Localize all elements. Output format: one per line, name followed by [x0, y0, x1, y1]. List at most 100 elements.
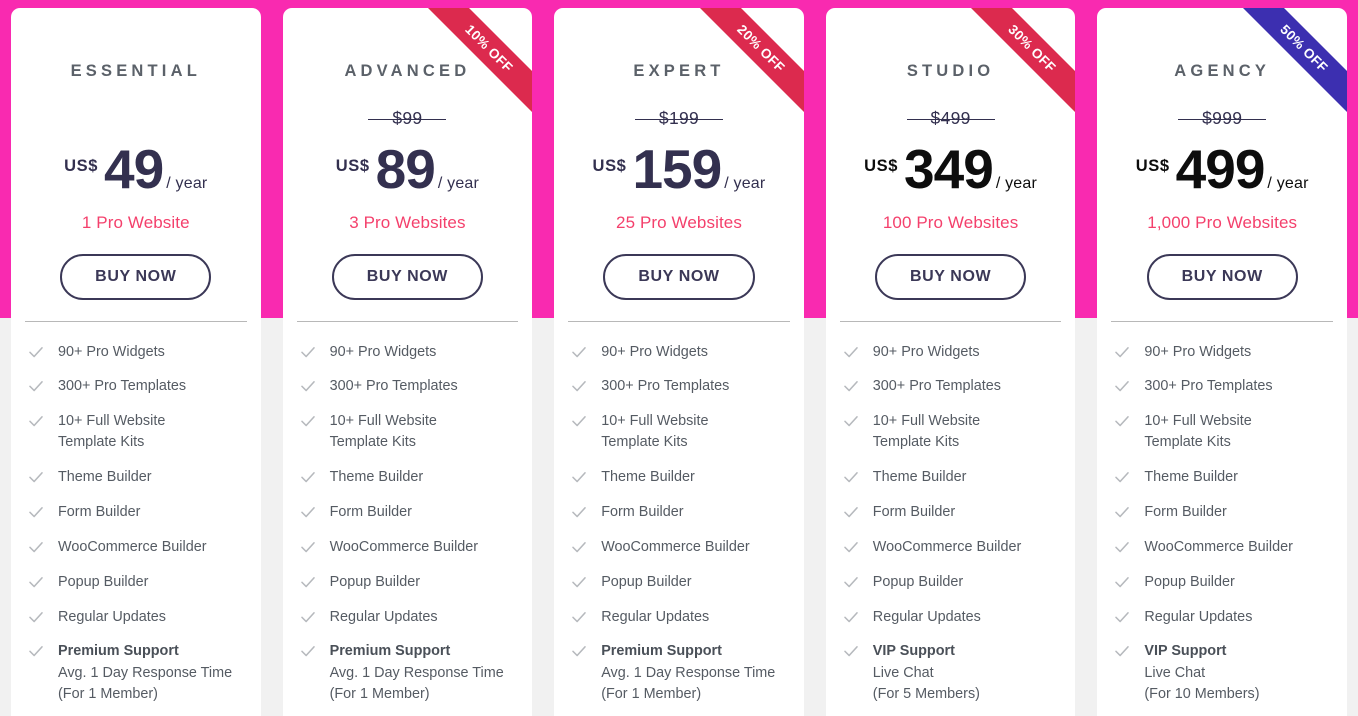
feature-text: 300+ Pro Templates	[873, 376, 1001, 397]
feature-title: VIP Support	[1144, 643, 1227, 660]
check-icon	[842, 343, 860, 361]
feature-item: 10+ Full Website Template Kits	[27, 411, 245, 454]
feature-text: Theme Builder	[330, 467, 424, 488]
feature-line: Template Kits	[58, 434, 145, 451]
feature-text: WooCommerce Builder	[873, 537, 1022, 558]
buy-now-button[interactable]: BUY NOW	[603, 253, 755, 300]
price-amount: 159	[632, 137, 722, 200]
feature-line: (For 10 Members)	[1144, 685, 1260, 702]
feature-text: Premium Support Avg. 1 Day Response Time (…	[58, 641, 232, 705]
feature-item: 90+ Pro Widgets	[1113, 342, 1331, 363]
feature-line: Popup Builder	[58, 573, 149, 590]
feature-title: Premium Support	[58, 643, 179, 660]
feature-item: 300+ Pro Templates	[570, 376, 788, 397]
card-header: AGENCY $999 US$ 499/ year 1,000 Pro Websites…	[1097, 63, 1347, 300]
check-icon	[299, 503, 317, 521]
feature-line: 10+ Full Website	[872, 413, 981, 430]
card-header: EXPERT $199 US$ 159/ year 25 Pro Websites BUY…	[554, 63, 804, 300]
check-icon	[27, 503, 45, 521]
feature-text: 90+ Pro Widgets	[873, 342, 980, 363]
feature-line: 90+ Pro Widgets	[58, 343, 165, 360]
feature-item: 10+ Full Website Template Kits	[299, 411, 517, 454]
feature-list: 90+ Pro Widgets 300+ Pro Templates 10+ Ful…	[826, 322, 1076, 706]
feature-item: WooCommerce Builder	[842, 537, 1060, 558]
original-price-value: $199	[634, 108, 724, 129]
feature-text: Regular Updates	[58, 607, 166, 628]
feature-text: 10+ Full Website Template Kits	[873, 411, 980, 454]
feature-text: Theme Builder	[1144, 467, 1238, 488]
site-allowance: 3 Pro Websites	[349, 212, 466, 232]
feature-item: Popup Builder	[1113, 572, 1331, 593]
check-icon	[299, 573, 317, 591]
feature-line: 300+ Pro Templates	[872, 378, 1001, 395]
pricing-card-advanced: 10% OFF ADVANCED $99 US$ 89/ year 3 Pro Websi…	[282, 8, 533, 716]
original-price: $99	[297, 102, 519, 136]
feature-text: 10+ Full Website Template Kits	[1144, 411, 1251, 454]
feature-line: 10+ Full Website	[1144, 413, 1252, 430]
feature-item: WooCommerce Builder	[299, 537, 517, 558]
feature-line: Form Builder	[58, 504, 141, 521]
buy-now-button[interactable]: BUY NOW	[1146, 253, 1298, 300]
feature-title: Premium Support	[601, 643, 722, 660]
price-row: US$ 499/ year	[1111, 141, 1333, 197]
feature-text: WooCommerce Builder	[601, 537, 750, 558]
check-icon	[842, 642, 860, 660]
feature-item: 10+ Full Website Template Kits	[570, 411, 788, 454]
check-icon	[299, 377, 317, 395]
feature-text: Popup Builder	[873, 572, 963, 593]
card-header: ESSENTIAL US$ 49/ year 1 Pro Website BUY NOW	[11, 63, 261, 300]
buy-now-button[interactable]: BUY NOW	[60, 253, 212, 300]
check-icon	[1113, 468, 1131, 486]
feature-line: Popup Builder	[1144, 573, 1235, 590]
feature-item: 90+ Pro Widgets	[842, 342, 1060, 363]
price-period: / year	[995, 174, 1038, 192]
site-allowance: 25 Pro Websites	[616, 212, 742, 232]
check-icon	[299, 608, 317, 626]
card-header: STUDIO $499 US$ 349/ year 100 Pro Websites BU…	[826, 63, 1076, 300]
feature-list: 90+ Pro Widgets 300+ Pro Templates 10+ Ful…	[1097, 322, 1347, 706]
feature-item: Theme Builder	[570, 467, 788, 488]
price-row: US$ 159/ year	[568, 137, 790, 200]
feature-text: 90+ Pro Widgets	[58, 342, 165, 363]
feature-text: Form Builder	[58, 502, 140, 523]
check-icon	[1113, 538, 1131, 556]
buy-now-button[interactable]: BUY NOW	[874, 253, 1027, 300]
feature-text: 300+ Pro Templates	[330, 376, 458, 397]
feature-title: VIP Support	[872, 643, 955, 660]
feature-item: 90+ Pro Widgets	[299, 342, 517, 363]
original-price: $499	[840, 102, 1062, 136]
feature-item: WooCommerce Builder	[570, 537, 788, 558]
check-icon	[570, 608, 588, 626]
feature-line: 300+ Pro Templates	[329, 378, 458, 395]
feature-item: Form Builder	[27, 502, 245, 523]
feature-list: 90+ Pro Widgets 300+ Pro Templates 10+ Ful…	[554, 322, 804, 706]
feature-item: Popup Builder	[842, 572, 1060, 593]
feature-line: Popup Builder	[872, 573, 964, 590]
buy-now-button[interactable]: BUY NOW	[331, 253, 484, 300]
check-icon	[299, 468, 317, 486]
feature-line: (For 1 Member)	[329, 685, 430, 702]
feature-line: Theme Builder	[601, 469, 695, 486]
feature-item: Regular Updates	[27, 607, 245, 628]
pricing-card-agency: 50% OFF AGENCY $999 US$ 499/ year 1,000 Pro W…	[1097, 8, 1347, 716]
feature-text: Popup Builder	[58, 572, 148, 593]
site-allowance: 1,000 Pro Websites	[1147, 212, 1298, 232]
feature-item: Theme Builder	[27, 467, 245, 488]
feature-line: WooCommerce Builder	[601, 538, 750, 555]
check-icon	[842, 412, 860, 430]
check-icon	[27, 642, 45, 660]
feature-text: VIP Support Live Chat (For 5 Members)	[873, 641, 980, 705]
feature-item: 300+ Pro Templates	[27, 376, 245, 397]
feature-line: Theme Builder	[329, 469, 424, 486]
feature-text: Regular Updates	[601, 607, 709, 628]
feature-line: (For 1 Member)	[58, 685, 158, 702]
buy-button-wrapper: BUY NOW	[25, 253, 247, 300]
feature-item: Premium Support Avg. 1 Day Response Time (…	[27, 641, 245, 705]
pricing-card-expert: 20% OFF EXPERT $199 US$ 159/ year 25 Pro Webs…	[554, 8, 804, 716]
feature-line: Form Builder	[872, 504, 956, 521]
feature-line: 90+ Pro Widgets	[1144, 343, 1252, 360]
feature-text: Popup Builder	[330, 572, 420, 593]
check-icon	[1113, 343, 1131, 361]
feature-line: Template Kits	[872, 434, 960, 451]
price-amount: 49	[104, 137, 164, 200]
